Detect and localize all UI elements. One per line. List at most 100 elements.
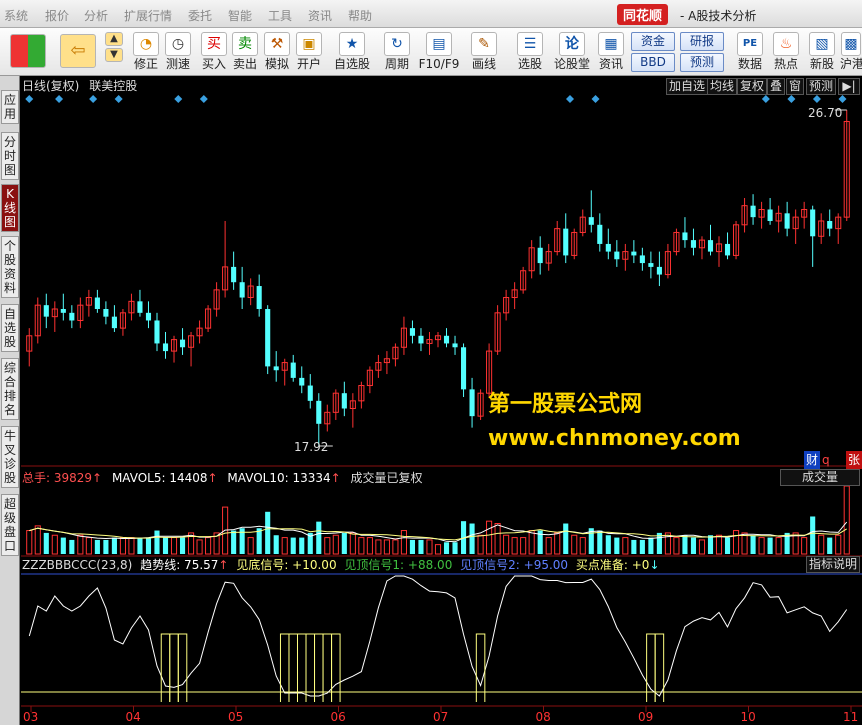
volume-bar [503, 534, 510, 555]
sidebar-tab-diagnosis[interactable]: 牛叉诊股 [1, 426, 19, 488]
sidebar-tab-kline[interactable]: K线图 [1, 184, 19, 232]
candle-body [588, 217, 594, 225]
top-signal-2: 见顶信号2: +95.00 [460, 558, 569, 572]
research-button[interactable]: 研报 [680, 32, 724, 51]
volume-bar [316, 521, 322, 554]
menu-item-trade[interactable]: 委托 [188, 7, 212, 24]
data-button[interactable]: PE 数据 [734, 30, 766, 74]
volume-bar [486, 520, 493, 555]
add-watchlist-button[interactable]: 加自选 [666, 78, 709, 95]
buy-button[interactable]: 买 买入 [199, 30, 229, 74]
sidebar-tab-apps[interactable]: 应用 [1, 90, 19, 124]
candle-body [316, 400, 322, 424]
candle-body [162, 343, 169, 352]
stock-select-button[interactable]: ☰ 选股 [512, 30, 548, 74]
volume-bar [571, 534, 578, 555]
menu-item-analysis[interactable]: 分析 [84, 7, 108, 24]
ma-button[interactable]: 均线 [707, 78, 738, 95]
open-account-button[interactable]: ▣ 开户 [294, 30, 324, 74]
overlay-button[interactable]: 叠 [767, 78, 786, 95]
left-sidebar: 应用 分时图 K线图 个股资料 自选股 综合排名 牛叉诊股 超级盘口 [0, 76, 20, 725]
watermark-title: 第一股票公式网 [488, 392, 643, 417]
menu-item-quote[interactable]: 报价 [45, 7, 69, 24]
stock-name: 联美控股 [89, 79, 138, 93]
watchlist-label: 自选股 [333, 57, 370, 71]
volume-bar [179, 537, 186, 554]
app-title: - A股技术分析 [680, 9, 757, 23]
low-price-label: 17.92 [294, 440, 329, 454]
bbd-button[interactable]: BBD [631, 53, 675, 72]
layout-button[interactable] [6, 30, 50, 74]
candle-body [137, 301, 143, 313]
fix-button[interactable]: ◔ 修正 [130, 30, 162, 74]
q-marker[interactable]: q [822, 451, 830, 469]
volume-bar [545, 537, 552, 555]
sidebar-tab-intraday[interactable]: 分时图 [1, 132, 19, 180]
signal-diamond-6 [565, 95, 574, 103]
forum-button[interactable]: 论 论股堂 [553, 30, 591, 74]
funds-button[interactable]: 资金 [631, 32, 675, 51]
indicator-help-button[interactable]: 指标说明 [806, 556, 860, 573]
volume-button[interactable]: 成交量 [780, 469, 860, 486]
simulate-button[interactable]: ⚒ 模拟 [262, 30, 292, 74]
forum-label: 论股堂 [553, 57, 590, 71]
volume-bar [94, 539, 100, 554]
sidebar-tab-ranking[interactable]: 综合排名 [1, 358, 19, 420]
x-tick-label: 06 [331, 710, 346, 724]
volume-bar [341, 532, 347, 554]
candle-body [707, 240, 714, 252]
volume-bar [77, 534, 84, 555]
news-button[interactable]: ▦ 资讯 [596, 30, 626, 74]
volume-bar [750, 535, 756, 554]
window-button[interactable]: 窗 [786, 78, 805, 95]
candle-body [69, 312, 75, 321]
collapse-icon[interactable]: ▶| [838, 78, 860, 95]
menu-item-tools[interactable]: 工具 [268, 7, 292, 24]
new-stock-button[interactable]: ▧ 新股 [806, 30, 838, 74]
x-tick-label: 04 [126, 710, 141, 724]
candle-body [111, 316, 117, 329]
buy-prep-signal: 买点准备: +0 [575, 558, 650, 572]
menu-item-smart[interactable]: 智能 [228, 7, 252, 24]
draw-button[interactable]: ✎ 画线 [466, 30, 502, 74]
volume-bar [324, 537, 331, 555]
finance-marker[interactable]: 财 [804, 451, 821, 469]
newstock-icon: ▧ [809, 32, 835, 56]
menu-item-extended[interactable]: 扩展行情 [124, 7, 172, 24]
candle-body [469, 389, 475, 417]
f10-button[interactable]: ▤ F10/F9 [418, 30, 460, 74]
back-button[interactable]: ⇦ [56, 30, 100, 74]
x-tick-label: 03 [23, 710, 38, 724]
volume-bar [597, 530, 603, 554]
volume-bar [810, 516, 816, 554]
volume-bar [622, 537, 629, 555]
sidebar-tab-depth[interactable]: 超级盘口 [1, 494, 19, 556]
shhk-button[interactable]: ▩ 沪港 [840, 30, 862, 74]
adjust-button[interactable]: 复权 [737, 78, 768, 95]
period-button[interactable]: ↻ 周期 [378, 30, 416, 74]
volume-bar [247, 537, 254, 555]
menu-item-system[interactable]: 系统 [4, 7, 28, 24]
volume-bar [85, 537, 92, 555]
watchlist-button[interactable]: ★ 自选股 [331, 30, 373, 74]
mavol10-line [29, 527, 847, 541]
menu-item-news[interactable]: 资讯 [308, 7, 332, 24]
candle-body [409, 328, 416, 336]
sell-button[interactable]: 卖 卖出 [230, 30, 260, 74]
forecast-panel-button[interactable]: 预测 [806, 78, 837, 95]
up-down-button[interactable]: ▲ ▼ [104, 30, 124, 74]
timer-icon: ◷ [165, 32, 191, 56]
chart-canvas[interactable]: 03 04 05 06 07 08 09 10 11 [21, 76, 862, 725]
speedtest-button[interactable]: ◷ 测速 [162, 30, 194, 74]
sidebar-tab-watchlist[interactable]: 自选股 [1, 304, 19, 352]
volume-bar [673, 537, 680, 555]
sidebar-tab-profile[interactable]: 个股资料 [1, 236, 19, 298]
forecast-button[interactable]: 预测 [680, 53, 724, 72]
hot-button[interactable]: ♨ 热点 [770, 30, 802, 74]
volume-bar [366, 537, 373, 555]
menu-item-help[interactable]: 帮助 [348, 7, 372, 24]
back-arrow-icon: ⇦ [60, 34, 96, 68]
period-type: 日线(复权) [22, 79, 80, 93]
limit-up-marker[interactable]: 张 [846, 451, 862, 469]
volume-bar [69, 539, 75, 554]
